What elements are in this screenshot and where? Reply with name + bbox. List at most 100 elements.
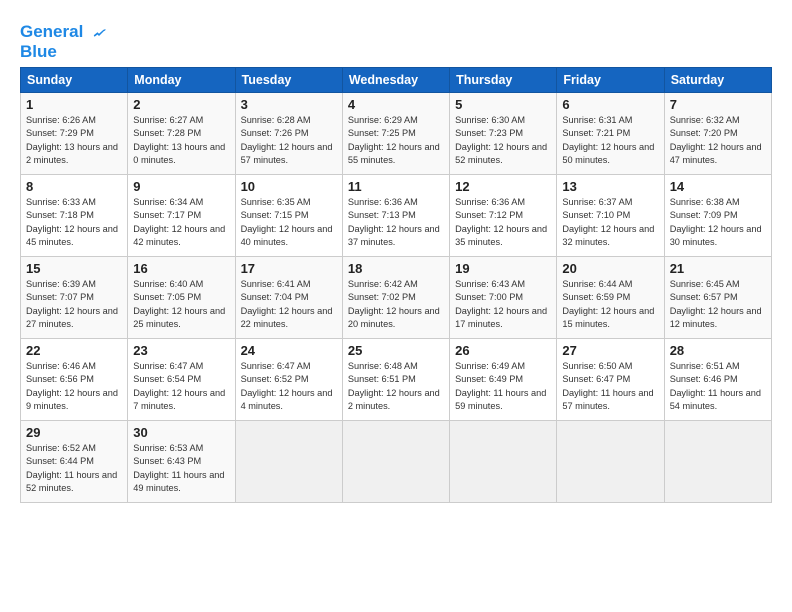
- day-number: 26: [455, 343, 551, 358]
- day-info: Sunrise: 6:52 AMSunset: 6:44 PMDaylight:…: [26, 442, 122, 495]
- day-info: Sunrise: 6:41 AMSunset: 7:04 PMDaylight:…: [241, 278, 337, 331]
- day-number: 9: [133, 179, 229, 194]
- day-number: 23: [133, 343, 229, 358]
- day-number: 13: [562, 179, 658, 194]
- day-info: Sunrise: 6:32 AMSunset: 7:20 PMDaylight:…: [670, 114, 766, 167]
- day-number: 7: [670, 97, 766, 112]
- col-header-monday: Monday: [128, 68, 235, 93]
- calendar-cell: 30 Sunrise: 6:53 AMSunset: 6:43 PMDayligh…: [128, 421, 235, 503]
- col-header-friday: Friday: [557, 68, 664, 93]
- calendar-cell: 11Sunrise: 6:36 AMSunset: 7:13 PMDayligh…: [342, 175, 449, 257]
- calendar-cell: 19 Sunrise: 6:43 AMSunset: 7:00 PMDayligh…: [450, 257, 557, 339]
- calendar-row-0: 1 Sunrise: 6:26 AMSunset: 7:29 PMDaylight…: [21, 93, 772, 175]
- calendar-cell: 28 Sunrise: 6:51 AMSunset: 6:46 PMDayligh…: [664, 339, 771, 421]
- day-info: Sunrise: 6:38 AMSunset: 7:09 PMDaylight:…: [670, 196, 766, 249]
- calendar-cell: 4 Sunrise: 6:29 AMSunset: 7:25 PMDaylight…: [342, 93, 449, 175]
- calendar-cell: 22 Sunrise: 6:46 AMSunset: 6:56 PMDayligh…: [21, 339, 128, 421]
- logo: General Blue: [20, 22, 108, 61]
- day-number: 5: [455, 97, 551, 112]
- calendar-cell: 3 Sunrise: 6:28 AMSunset: 7:26 PMDaylight…: [235, 93, 342, 175]
- day-info: Sunrise: 6:44 AMSunset: 6:59 PMDaylight:…: [562, 278, 658, 331]
- day-number: 15: [26, 261, 122, 276]
- day-info: Sunrise: 6:29 AMSunset: 7:25 PMDaylight:…: [348, 114, 444, 167]
- calendar-table: SundayMondayTuesdayWednesdayThursdayFrid…: [20, 67, 772, 503]
- day-number: 14: [670, 179, 766, 194]
- calendar-cell: 13 Sunrise: 6:37 AMSunset: 7:10 PMDayligh…: [557, 175, 664, 257]
- day-number: 21: [670, 261, 766, 276]
- calendar-cell: 1 Sunrise: 6:26 AMSunset: 7:29 PMDaylight…: [21, 93, 128, 175]
- calendar-cell: 29Sunrise: 6:52 AMSunset: 6:44 PMDayligh…: [21, 421, 128, 503]
- calendar-cell: 27 Sunrise: 6:50 AMSunset: 6:47 PMDayligh…: [557, 339, 664, 421]
- logo-bird-icon: [90, 24, 108, 42]
- day-number: 24: [241, 343, 337, 358]
- day-info: Sunrise: 6:50 AMSunset: 6:47 PMDaylight:…: [562, 360, 658, 413]
- day-number: 8: [26, 179, 122, 194]
- day-info: Sunrise: 6:35 AMSunset: 7:15 PMDaylight:…: [241, 196, 337, 249]
- calendar-cell: 14 Sunrise: 6:38 AMSunset: 7:09 PMDayligh…: [664, 175, 771, 257]
- calendar-cell: 12 Sunrise: 6:36 AMSunset: 7:12 PMDayligh…: [450, 175, 557, 257]
- day-number: 18: [348, 261, 444, 276]
- day-info: Sunrise: 6:48 AMSunset: 6:51 PMDaylight:…: [348, 360, 444, 413]
- calendar-cell: 9 Sunrise: 6:34 AMSunset: 7:17 PMDaylight…: [128, 175, 235, 257]
- calendar-cell: 7 Sunrise: 6:32 AMSunset: 7:20 PMDaylight…: [664, 93, 771, 175]
- day-number: 2: [133, 97, 229, 112]
- col-header-saturday: Saturday: [664, 68, 771, 93]
- day-info: Sunrise: 6:27 AMSunset: 7:28 PMDaylight:…: [133, 114, 229, 167]
- day-info: Sunrise: 6:43 AMSunset: 7:00 PMDaylight:…: [455, 278, 551, 331]
- day-number: 12: [455, 179, 551, 194]
- calendar-cell: 24 Sunrise: 6:47 AMSunset: 6:52 PMDayligh…: [235, 339, 342, 421]
- col-header-wednesday: Wednesday: [342, 68, 449, 93]
- day-info: Sunrise: 6:37 AMSunset: 7:10 PMDaylight:…: [562, 196, 658, 249]
- calendar-cell: [342, 421, 449, 503]
- day-info: Sunrise: 6:36 AMSunset: 7:12 PMDaylight:…: [455, 196, 551, 249]
- calendar-row-4: 29Sunrise: 6:52 AMSunset: 6:44 PMDayligh…: [21, 421, 772, 503]
- calendar-cell: [664, 421, 771, 503]
- calendar-cell: [557, 421, 664, 503]
- calendar-cell: 15 Sunrise: 6:39 AMSunset: 7:07 PMDayligh…: [21, 257, 128, 339]
- day-number: 20: [562, 261, 658, 276]
- calendar-cell: 17Sunrise: 6:41 AMSunset: 7:04 PMDayligh…: [235, 257, 342, 339]
- day-info: Sunrise: 6:46 AMSunset: 6:56 PMDaylight:…: [26, 360, 122, 413]
- day-info: Sunrise: 6:36 AMSunset: 7:13 PMDaylight:…: [348, 196, 444, 249]
- calendar-cell: 8 Sunrise: 6:33 AMSunset: 7:18 PMDaylight…: [21, 175, 128, 257]
- day-number: 22: [26, 343, 122, 358]
- day-info: Sunrise: 6:33 AMSunset: 7:18 PMDaylight:…: [26, 196, 122, 249]
- col-header-sunday: Sunday: [21, 68, 128, 93]
- day-number: 19: [455, 261, 551, 276]
- header: General Blue: [20, 18, 772, 61]
- day-number: 25: [348, 343, 444, 358]
- calendar-cell: 18Sunrise: 6:42 AMSunset: 7:02 PMDayligh…: [342, 257, 449, 339]
- day-number: 16: [133, 261, 229, 276]
- calendar-row-1: 8 Sunrise: 6:33 AMSunset: 7:18 PMDaylight…: [21, 175, 772, 257]
- day-number: 30: [133, 425, 229, 440]
- day-info: Sunrise: 6:47 AMSunset: 6:54 PMDaylight:…: [133, 360, 229, 413]
- calendar-cell: 5Sunrise: 6:30 AMSunset: 7:23 PMDaylight…: [450, 93, 557, 175]
- day-number: 3: [241, 97, 337, 112]
- day-number: 1: [26, 97, 122, 112]
- page: General Blue SundayMondayTuesdayWednesda…: [0, 0, 792, 515]
- logo-general: General: [20, 22, 83, 41]
- day-number: 6: [562, 97, 658, 112]
- calendar-cell: [235, 421, 342, 503]
- day-info: Sunrise: 6:31 AMSunset: 7:21 PMDaylight:…: [562, 114, 658, 167]
- calendar-cell: 10 Sunrise: 6:35 AMSunset: 7:15 PMDayligh…: [235, 175, 342, 257]
- day-info: Sunrise: 6:26 AMSunset: 7:29 PMDaylight:…: [26, 114, 122, 167]
- day-number: 28: [670, 343, 766, 358]
- logo-blue: Blue: [20, 42, 108, 62]
- day-info: Sunrise: 6:51 AMSunset: 6:46 PMDaylight:…: [670, 360, 766, 413]
- calendar-cell: 26Sunrise: 6:49 AMSunset: 6:49 PMDayligh…: [450, 339, 557, 421]
- day-number: 10: [241, 179, 337, 194]
- day-info: Sunrise: 6:28 AMSunset: 7:26 PMDaylight:…: [241, 114, 337, 167]
- calendar-cell: 20 Sunrise: 6:44 AMSunset: 6:59 PMDayligh…: [557, 257, 664, 339]
- calendar-row-2: 15 Sunrise: 6:39 AMSunset: 7:07 PMDayligh…: [21, 257, 772, 339]
- day-info: Sunrise: 6:53 AMSunset: 6:43 PMDaylight:…: [133, 442, 229, 495]
- day-info: Sunrise: 6:34 AMSunset: 7:17 PMDaylight:…: [133, 196, 229, 249]
- day-info: Sunrise: 6:45 AMSunset: 6:57 PMDaylight:…: [670, 278, 766, 331]
- calendar-cell: 25 Sunrise: 6:48 AMSunset: 6:51 PMDayligh…: [342, 339, 449, 421]
- day-number: 27: [562, 343, 658, 358]
- day-info: Sunrise: 6:47 AMSunset: 6:52 PMDaylight:…: [241, 360, 337, 413]
- calendar-cell: 16Sunrise: 6:40 AMSunset: 7:05 PMDayligh…: [128, 257, 235, 339]
- calendar-row-3: 22 Sunrise: 6:46 AMSunset: 6:56 PMDayligh…: [21, 339, 772, 421]
- day-info: Sunrise: 6:39 AMSunset: 7:07 PMDaylight:…: [26, 278, 122, 331]
- day-number: 4: [348, 97, 444, 112]
